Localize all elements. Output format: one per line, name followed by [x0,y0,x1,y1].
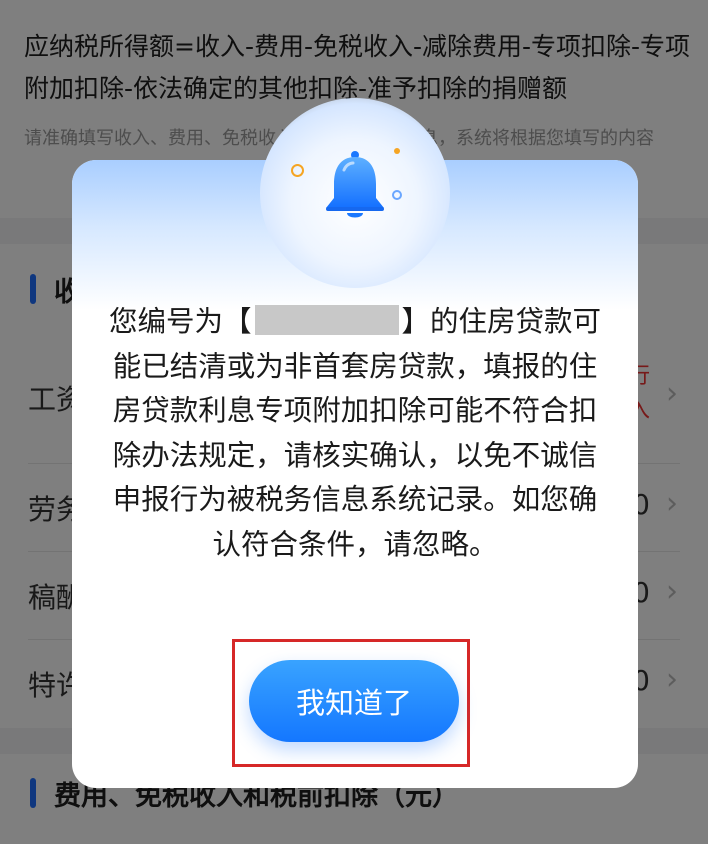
alert-dialog: 您编号为【 】的住房贷款可能已结清或为非首套房贷款，填报的住房贷款利息专项附加扣除… [72,98,638,788]
decorative-dot [394,148,400,154]
decorative-circle [291,164,304,177]
message-prefix: 您编号为【 [108,305,252,338]
bell-icon [326,151,384,218]
message-body: 】的住房贷款可能已结清或为非首套房贷款，填报的住房贷款利息专项附加扣除可能不符合… [112,305,602,561]
decorative-circle [392,190,402,200]
dialog-message: 您编号为【 】的住房贷款可能已结清或为非首套房贷款，填报的住房贷款利息专项附加扣除… [108,300,602,567]
acknowledge-button[interactable]: 我知道了 [249,660,459,742]
redacted-loan-number [254,305,399,335]
